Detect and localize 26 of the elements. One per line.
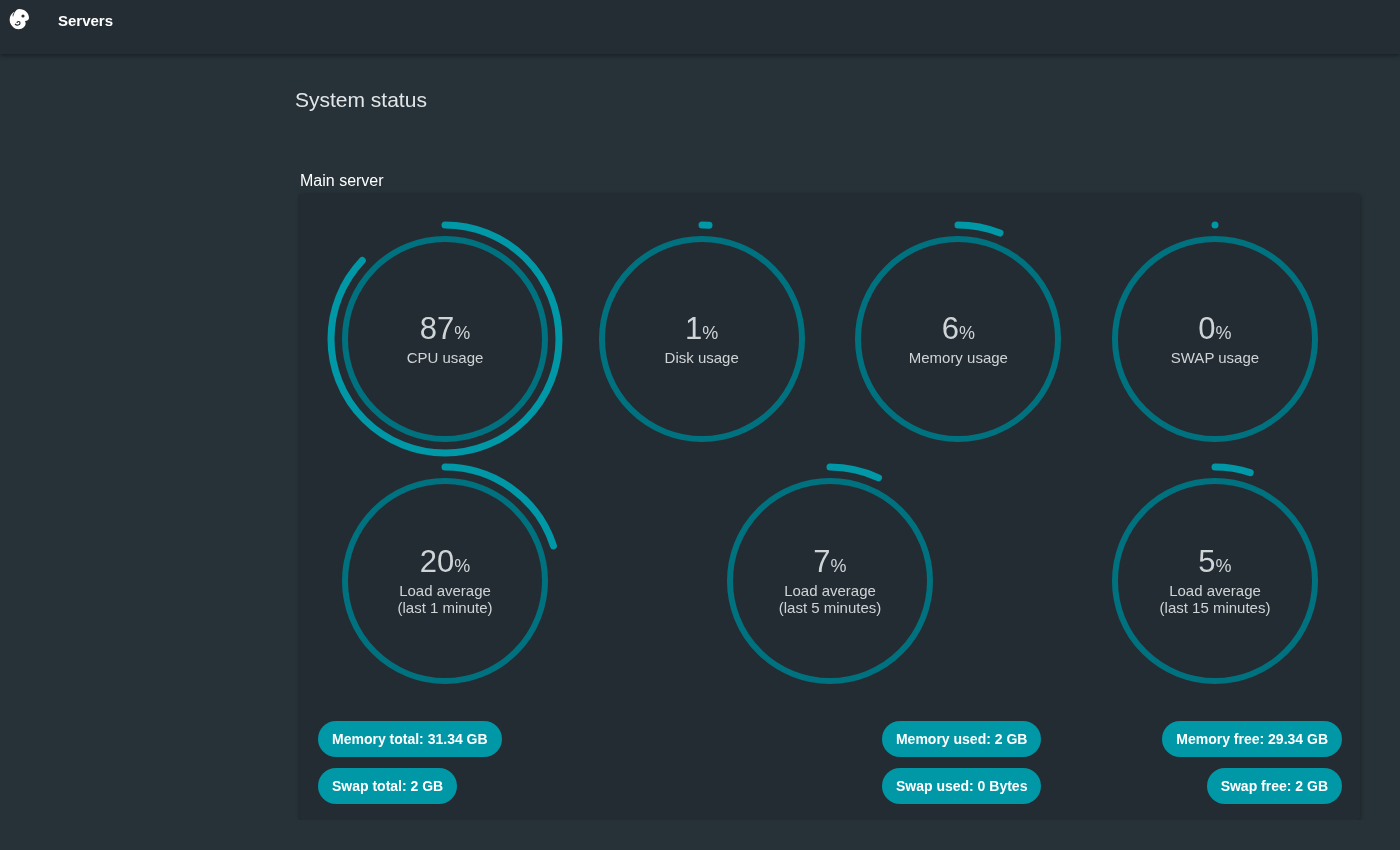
- gauge-value: 5%: [1198, 544, 1232, 579]
- stat-chip: Memory total: 31.34 GB: [318, 721, 502, 757]
- page-title: System status: [295, 88, 428, 112]
- gauge-label: Disk usage: [664, 348, 739, 366]
- gauge-value: 20%: [419, 544, 471, 579]
- gauge-detail: (last 15 minutes): [1159, 599, 1271, 616]
- gauge-detail: (last 1 minute): [397, 599, 493, 616]
- server-name: Main server: [300, 172, 385, 190]
- stat-chip: Swap free: 2 GB: [1206, 768, 1342, 804]
- header-title: Servers: [58, 11, 114, 29]
- gauge-value: 87%: [419, 310, 471, 346]
- gauge-value: 7%: [813, 544, 847, 579]
- gauge-value: 1%: [685, 310, 719, 346]
- gauge-label: CPU usage: [406, 348, 484, 366]
- gauge-label: Load average: [784, 582, 876, 599]
- gauge-value: 0%: [1198, 310, 1232, 346]
- gauge-value: 6%: [941, 310, 975, 346]
- stat-chip: Memory free: 29.34 GB: [1162, 721, 1342, 757]
- stat-chip: Memory used: 2 GB: [881, 721, 1042, 757]
- gauge-detail: (last 5 minutes): [778, 599, 882, 616]
- stat-chip: Swap used: 0 Bytes: [881, 768, 1042, 804]
- gauge-label: Memory usage: [908, 348, 1008, 366]
- gauge-label: Load average: [399, 582, 491, 599]
- gauge-label: SWAP usage: [1170, 348, 1260, 366]
- stat-chip: Swap total: 2 GB: [318, 768, 458, 804]
- gauge-label: Load average: [1169, 582, 1261, 599]
